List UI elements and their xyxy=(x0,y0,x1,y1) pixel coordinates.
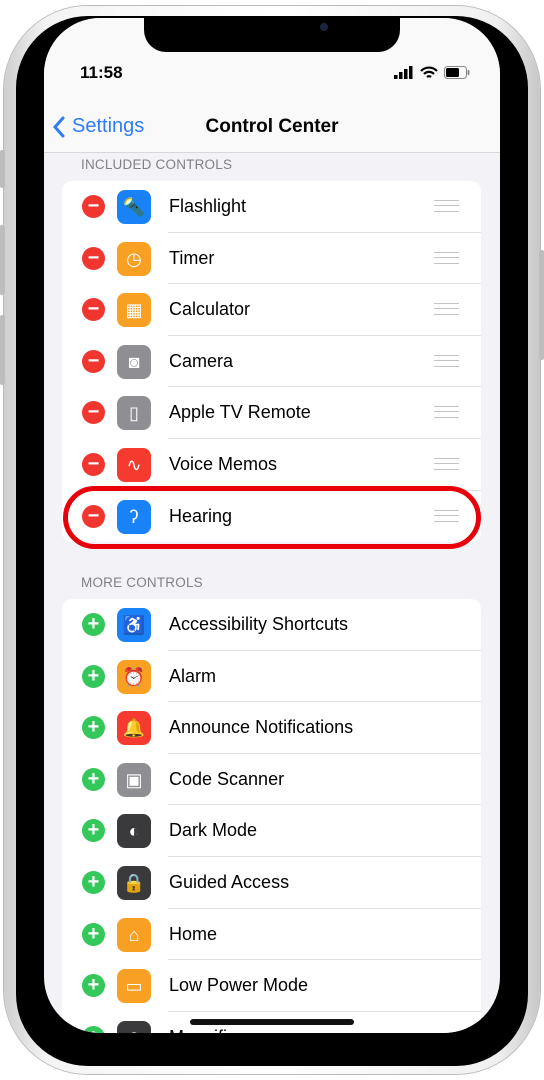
reorder-handle-icon[interactable] xyxy=(434,200,459,212)
volume-up-button xyxy=(0,225,5,295)
included-controls-header: INCLUDED CONTROLS xyxy=(81,157,233,172)
timer-icon: ◷ xyxy=(117,241,151,276)
control-label: Voice Memos xyxy=(169,454,278,474)
control-row-voice-memos: − ∿ Voice Memos xyxy=(62,439,481,491)
home-icon: ⌂ xyxy=(117,917,151,952)
remove-button[interactable]: − xyxy=(82,298,105,322)
control-row-apple-tv-remote: − ▯ Apple TV Remote xyxy=(62,387,481,439)
remove-button[interactable]: − xyxy=(82,195,105,218)
notch xyxy=(144,18,400,52)
add-button[interactable]: + xyxy=(82,1025,105,1033)
remove-button[interactable]: − xyxy=(82,453,105,476)
reorder-handle-icon[interactable] xyxy=(434,406,459,419)
control-row-alarm: + ⏰ Alarm xyxy=(62,651,481,703)
control-label: Low Power Mode xyxy=(169,975,309,996)
flashlight-icon: 🔦 xyxy=(117,190,151,224)
control-label: Announce Notifications xyxy=(169,717,354,738)
remove-button[interactable]: − xyxy=(82,349,105,373)
more-controls-list: + ♿ Accessibility Shortcuts + ⏰ Alarm + … xyxy=(62,599,481,1033)
accessibility-icon: ♿ xyxy=(117,608,151,642)
control-label: Dark Mode xyxy=(169,820,258,841)
control-label: Alarm xyxy=(169,665,217,686)
control-row-dark-mode: + ◐ Dark Mode xyxy=(62,805,481,857)
battery-status-icon xyxy=(444,66,470,79)
control-label: Flashlight xyxy=(169,196,247,216)
dark-mode-icon: ◐ xyxy=(117,814,151,849)
remove-button[interactable]: − xyxy=(82,246,105,270)
alarm-icon: ⏰ xyxy=(117,659,151,694)
reorder-handle-icon[interactable] xyxy=(434,458,459,470)
control-label: Accessibility Shortcuts xyxy=(169,614,349,634)
status-icons xyxy=(394,66,470,79)
battery-icon: ▭ xyxy=(117,969,151,1004)
control-row-calculator: − ▦ Calculator xyxy=(62,284,481,336)
control-label: Code Scanner xyxy=(169,768,285,789)
add-button[interactable]: + xyxy=(82,922,105,946)
control-label: Magnifier xyxy=(169,1027,243,1033)
front-camera xyxy=(320,23,328,31)
status-time: 11:58 xyxy=(80,63,123,82)
control-row-accessibility-shortcuts: + ♿ Accessibility Shortcuts xyxy=(62,599,481,651)
camera-icon: ◙ xyxy=(117,344,151,379)
page-title: Control Center xyxy=(205,116,339,137)
control-label: Apple TV Remote xyxy=(169,402,311,423)
magnifier-icon: ⊕ xyxy=(117,1020,151,1033)
side-button xyxy=(539,250,544,360)
control-label: Home xyxy=(169,923,218,944)
wifi-icon xyxy=(420,66,438,78)
control-row-flashlight: − 🔦 Flashlight xyxy=(62,181,481,233)
volume-down-button xyxy=(0,315,5,385)
add-button[interactable]: + xyxy=(82,974,105,998)
signal-icon xyxy=(394,66,413,79)
waveform-icon: ∿ xyxy=(117,448,151,482)
add-button[interactable]: + xyxy=(82,664,105,688)
control-label: Guided Access xyxy=(169,872,290,892)
add-button[interactable]: + xyxy=(82,819,105,843)
more-controls-header: MORE CONTROLS xyxy=(81,575,203,590)
control-row-announce-notifications: + 🔔 Announce Notifications xyxy=(62,702,481,754)
reorder-handle-icon[interactable] xyxy=(434,251,459,264)
qr-code-icon: ▣ xyxy=(117,762,151,797)
control-label: Camera xyxy=(169,350,234,371)
control-row-home: + ⌂ Home xyxy=(62,909,481,961)
reorder-handle-icon[interactable] xyxy=(434,303,459,316)
add-button[interactable]: + xyxy=(82,613,105,636)
highlight-circle xyxy=(63,486,481,549)
mute-switch xyxy=(0,150,5,188)
remove-button[interactable]: − xyxy=(82,401,105,425)
control-row-timer: − ◷ Timer xyxy=(62,233,481,285)
control-row-guided-access: + 🔒 Guided Access xyxy=(62,857,481,909)
reorder-handle-icon[interactable] xyxy=(434,354,459,367)
bell-icon: 🔔 xyxy=(117,711,151,746)
add-button[interactable]: + xyxy=(82,716,105,740)
control-label: Timer xyxy=(169,247,215,268)
control-row-camera: − ◙ Camera xyxy=(62,336,481,388)
calculator-icon: ▦ xyxy=(117,293,151,328)
control-row-code-scanner: + ▣ Code Scanner xyxy=(62,754,481,806)
control-row-low-power-mode: + ▭ Low Power Mode xyxy=(62,960,481,1012)
add-button[interactable]: + xyxy=(82,871,105,894)
lock-icon: 🔒 xyxy=(117,866,151,900)
home-indicator xyxy=(190,1019,354,1025)
add-button[interactable]: + xyxy=(82,767,105,791)
remote-icon: ▯ xyxy=(117,396,151,431)
control-label: Calculator xyxy=(169,299,251,320)
